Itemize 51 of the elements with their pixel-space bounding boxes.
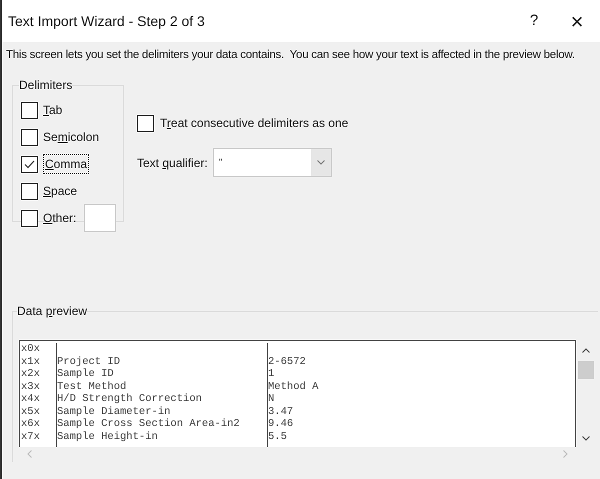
chevron-up-icon	[582, 348, 590, 354]
preview-cell-text: x2x	[21, 368, 41, 381]
checkbox[interactable]	[21, 210, 38, 227]
chevron-left-icon	[27, 450, 32, 458]
checkbox[interactable]	[21, 102, 38, 119]
preview-cell-text: N	[268, 393, 276, 406]
checkbox-label: Tab	[43, 102, 62, 120]
checkbox-label: Semicolon	[43, 129, 100, 146]
group-title: Delimiters	[19, 77, 72, 94]
chevron-down-icon	[582, 436, 590, 442]
text-qualifier-dropdown[interactable]: "	[213, 148, 332, 178]
preview-cell-text: Method A	[268, 380, 320, 394]
scrollbar-thumb[interactable]	[578, 360, 594, 379]
checkbox-label: Space	[43, 183, 78, 200]
preview-cell-text: x3x	[21, 380, 41, 394]
checkmark-icon	[24, 160, 35, 169]
close-button[interactable]: ×	[554, 5, 600, 37]
preview-cell-text: 5.5	[268, 430, 288, 444]
chevron-down-icon	[317, 160, 325, 166]
checkbox[interactable]	[21, 128, 38, 146]
preview-cell-text: x1x	[21, 356, 41, 368]
preview-cell-text: Test Method	[57, 380, 128, 393]
other-delimiter-field[interactable]	[84, 204, 116, 232]
group-title: Data preview	[17, 303, 88, 320]
checkbox-label: Treat consecutive delimiters as one	[160, 115, 348, 132]
preview-cell-text: Project ID	[57, 356, 122, 368]
preview-cell-text: x4x	[21, 393, 41, 406]
window-title: Text Import Wizard - Step 2 of 3	[8, 12, 206, 31]
preview-cell-text: 1	[268, 368, 276, 381]
preview-cell-text: x6x	[21, 418, 41, 431]
checkbox[interactable]	[21, 182, 38, 200]
checkbox[interactable]	[137, 114, 154, 132]
checkbox[interactable]	[21, 156, 38, 173]
preview-cell-text: Sample Cross Section Area-in2	[57, 418, 241, 431]
help-button[interactable]: ?	[514, 5, 554, 37]
preview-cell-text: 9.46	[268, 418, 294, 431]
checkbox-label: Comma	[43, 154, 90, 174]
preview-cell-text: 3.47	[268, 406, 294, 418]
description-text: This screen lets you set the delimiters your data contains. You can see how your text is affected in the preview below.	[6, 48, 576, 63]
preview-cell-text: x7x	[21, 430, 41, 444]
preview-cell-text: x5x	[21, 406, 41, 418]
chevron-right-icon	[563, 450, 568, 458]
preview-cell-text: Sample ID	[57, 368, 115, 381]
checkbox-label: Other:	[43, 210, 76, 228]
preview-cell-text: Sample Height-in	[57, 430, 159, 444]
text-qualifier-label: Text qualifier:	[137, 154, 209, 172]
dropdown-value: "	[218, 156, 224, 169]
preview-cell-text: H/D Strength Correction	[57, 393, 203, 406]
preview-cell-text: 2-6572	[268, 356, 307, 368]
preview-cell-text: Sample Diameter-in	[57, 406, 172, 418]
preview-cell-text: x0x	[21, 343, 41, 356]
